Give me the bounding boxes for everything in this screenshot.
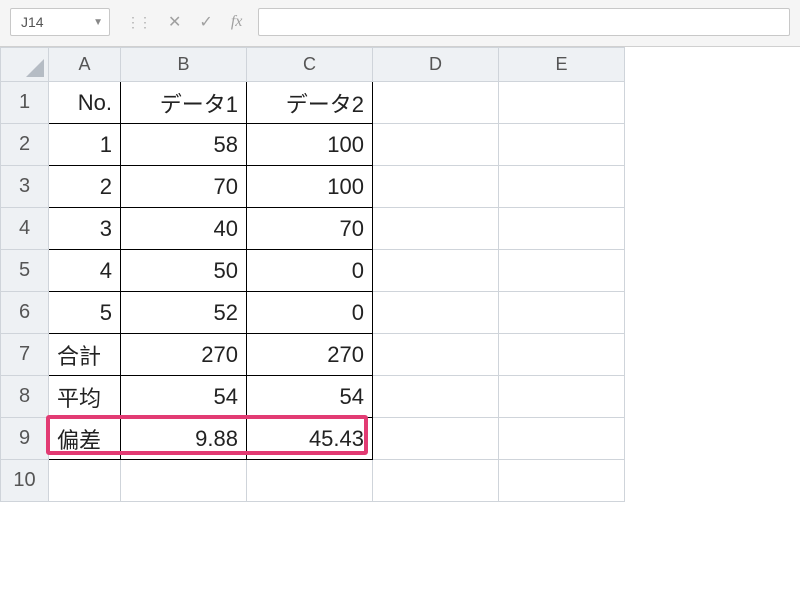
- cell[interactable]: [373, 250, 499, 292]
- cell[interactable]: 70: [121, 166, 247, 208]
- col-header-c[interactable]: C: [247, 48, 373, 82]
- cell[interactable]: 5: [49, 292, 121, 334]
- cell[interactable]: [247, 460, 373, 502]
- name-box[interactable]: J14 ▼: [10, 8, 110, 36]
- row-header[interactable]: 1: [1, 82, 49, 124]
- grip-icon: ⋮⋮: [126, 14, 150, 31]
- cell[interactable]: [499, 82, 625, 124]
- col-header-a[interactable]: A: [49, 48, 121, 82]
- cell[interactable]: [373, 418, 499, 460]
- formula-input[interactable]: [258, 8, 790, 36]
- cell[interactable]: [373, 82, 499, 124]
- cell[interactable]: 45.43: [247, 418, 373, 460]
- cell[interactable]: 9.88: [121, 418, 247, 460]
- row-header[interactable]: 8: [1, 376, 49, 418]
- cell[interactable]: 270: [247, 334, 373, 376]
- row-header[interactable]: 10: [1, 460, 49, 502]
- row-header[interactable]: 6: [1, 292, 49, 334]
- cell[interactable]: 54: [121, 376, 247, 418]
- chevron-down-icon: ▼: [93, 17, 103, 28]
- cell[interactable]: 58: [121, 124, 247, 166]
- cell[interactable]: データ1: [121, 82, 247, 124]
- cell[interactable]: 100: [247, 166, 373, 208]
- formula-bar-icons: ⋮⋮ ✕ ✓ fx: [118, 12, 250, 32]
- cell[interactable]: 70: [247, 208, 373, 250]
- cell[interactable]: [373, 334, 499, 376]
- name-box-value: J14: [21, 14, 44, 30]
- cell[interactable]: [499, 418, 625, 460]
- cell[interactable]: 0: [247, 292, 373, 334]
- cell[interactable]: [121, 460, 247, 502]
- cell[interactable]: 合計: [49, 334, 121, 376]
- cell[interactable]: [373, 208, 499, 250]
- cell[interactable]: [499, 208, 625, 250]
- cell[interactable]: No.: [49, 82, 121, 124]
- cell[interactable]: [373, 292, 499, 334]
- cell[interactable]: 52: [121, 292, 247, 334]
- cell[interactable]: 0: [247, 250, 373, 292]
- cell[interactable]: 1: [49, 124, 121, 166]
- col-header-e[interactable]: E: [499, 48, 625, 82]
- col-header-d[interactable]: D: [373, 48, 499, 82]
- cell[interactable]: [373, 166, 499, 208]
- cell[interactable]: 100: [247, 124, 373, 166]
- cell[interactable]: [373, 124, 499, 166]
- fx-icon[interactable]: fx: [231, 13, 243, 31]
- cell[interactable]: [499, 250, 625, 292]
- cell[interactable]: [373, 376, 499, 418]
- sheet-area: A B C D E 1 No. データ1 データ2 2 1 58 100 3 2…: [0, 47, 800, 502]
- cell[interactable]: [499, 166, 625, 208]
- enter-icon[interactable]: ✓: [199, 12, 212, 32]
- cell[interactable]: 50: [121, 250, 247, 292]
- row-header[interactable]: 9: [1, 418, 49, 460]
- row-header[interactable]: 3: [1, 166, 49, 208]
- row-header[interactable]: 7: [1, 334, 49, 376]
- cell[interactable]: 54: [247, 376, 373, 418]
- spreadsheet-grid[interactable]: A B C D E 1 No. データ1 データ2 2 1 58 100 3 2…: [0, 47, 625, 502]
- cell[interactable]: 40: [121, 208, 247, 250]
- cell[interactable]: [49, 460, 121, 502]
- cell[interactable]: 270: [121, 334, 247, 376]
- cancel-icon[interactable]: ✕: [168, 12, 181, 32]
- col-header-b[interactable]: B: [121, 48, 247, 82]
- row-header[interactable]: 5: [1, 250, 49, 292]
- cell[interactable]: データ2: [247, 82, 373, 124]
- cell[interactable]: [499, 292, 625, 334]
- cell[interactable]: [499, 376, 625, 418]
- cell[interactable]: [499, 460, 625, 502]
- cell[interactable]: [499, 124, 625, 166]
- row-header[interactable]: 2: [1, 124, 49, 166]
- select-all-corner[interactable]: [1, 48, 49, 82]
- formula-bar: J14 ▼ ⋮⋮ ✕ ✓ fx: [0, 0, 800, 47]
- cell[interactable]: 偏差: [49, 418, 121, 460]
- cell[interactable]: 4: [49, 250, 121, 292]
- row-header[interactable]: 4: [1, 208, 49, 250]
- cell[interactable]: [373, 460, 499, 502]
- cell[interactable]: [499, 334, 625, 376]
- cell[interactable]: 平均: [49, 376, 121, 418]
- cell[interactable]: 2: [49, 166, 121, 208]
- cell[interactable]: 3: [49, 208, 121, 250]
